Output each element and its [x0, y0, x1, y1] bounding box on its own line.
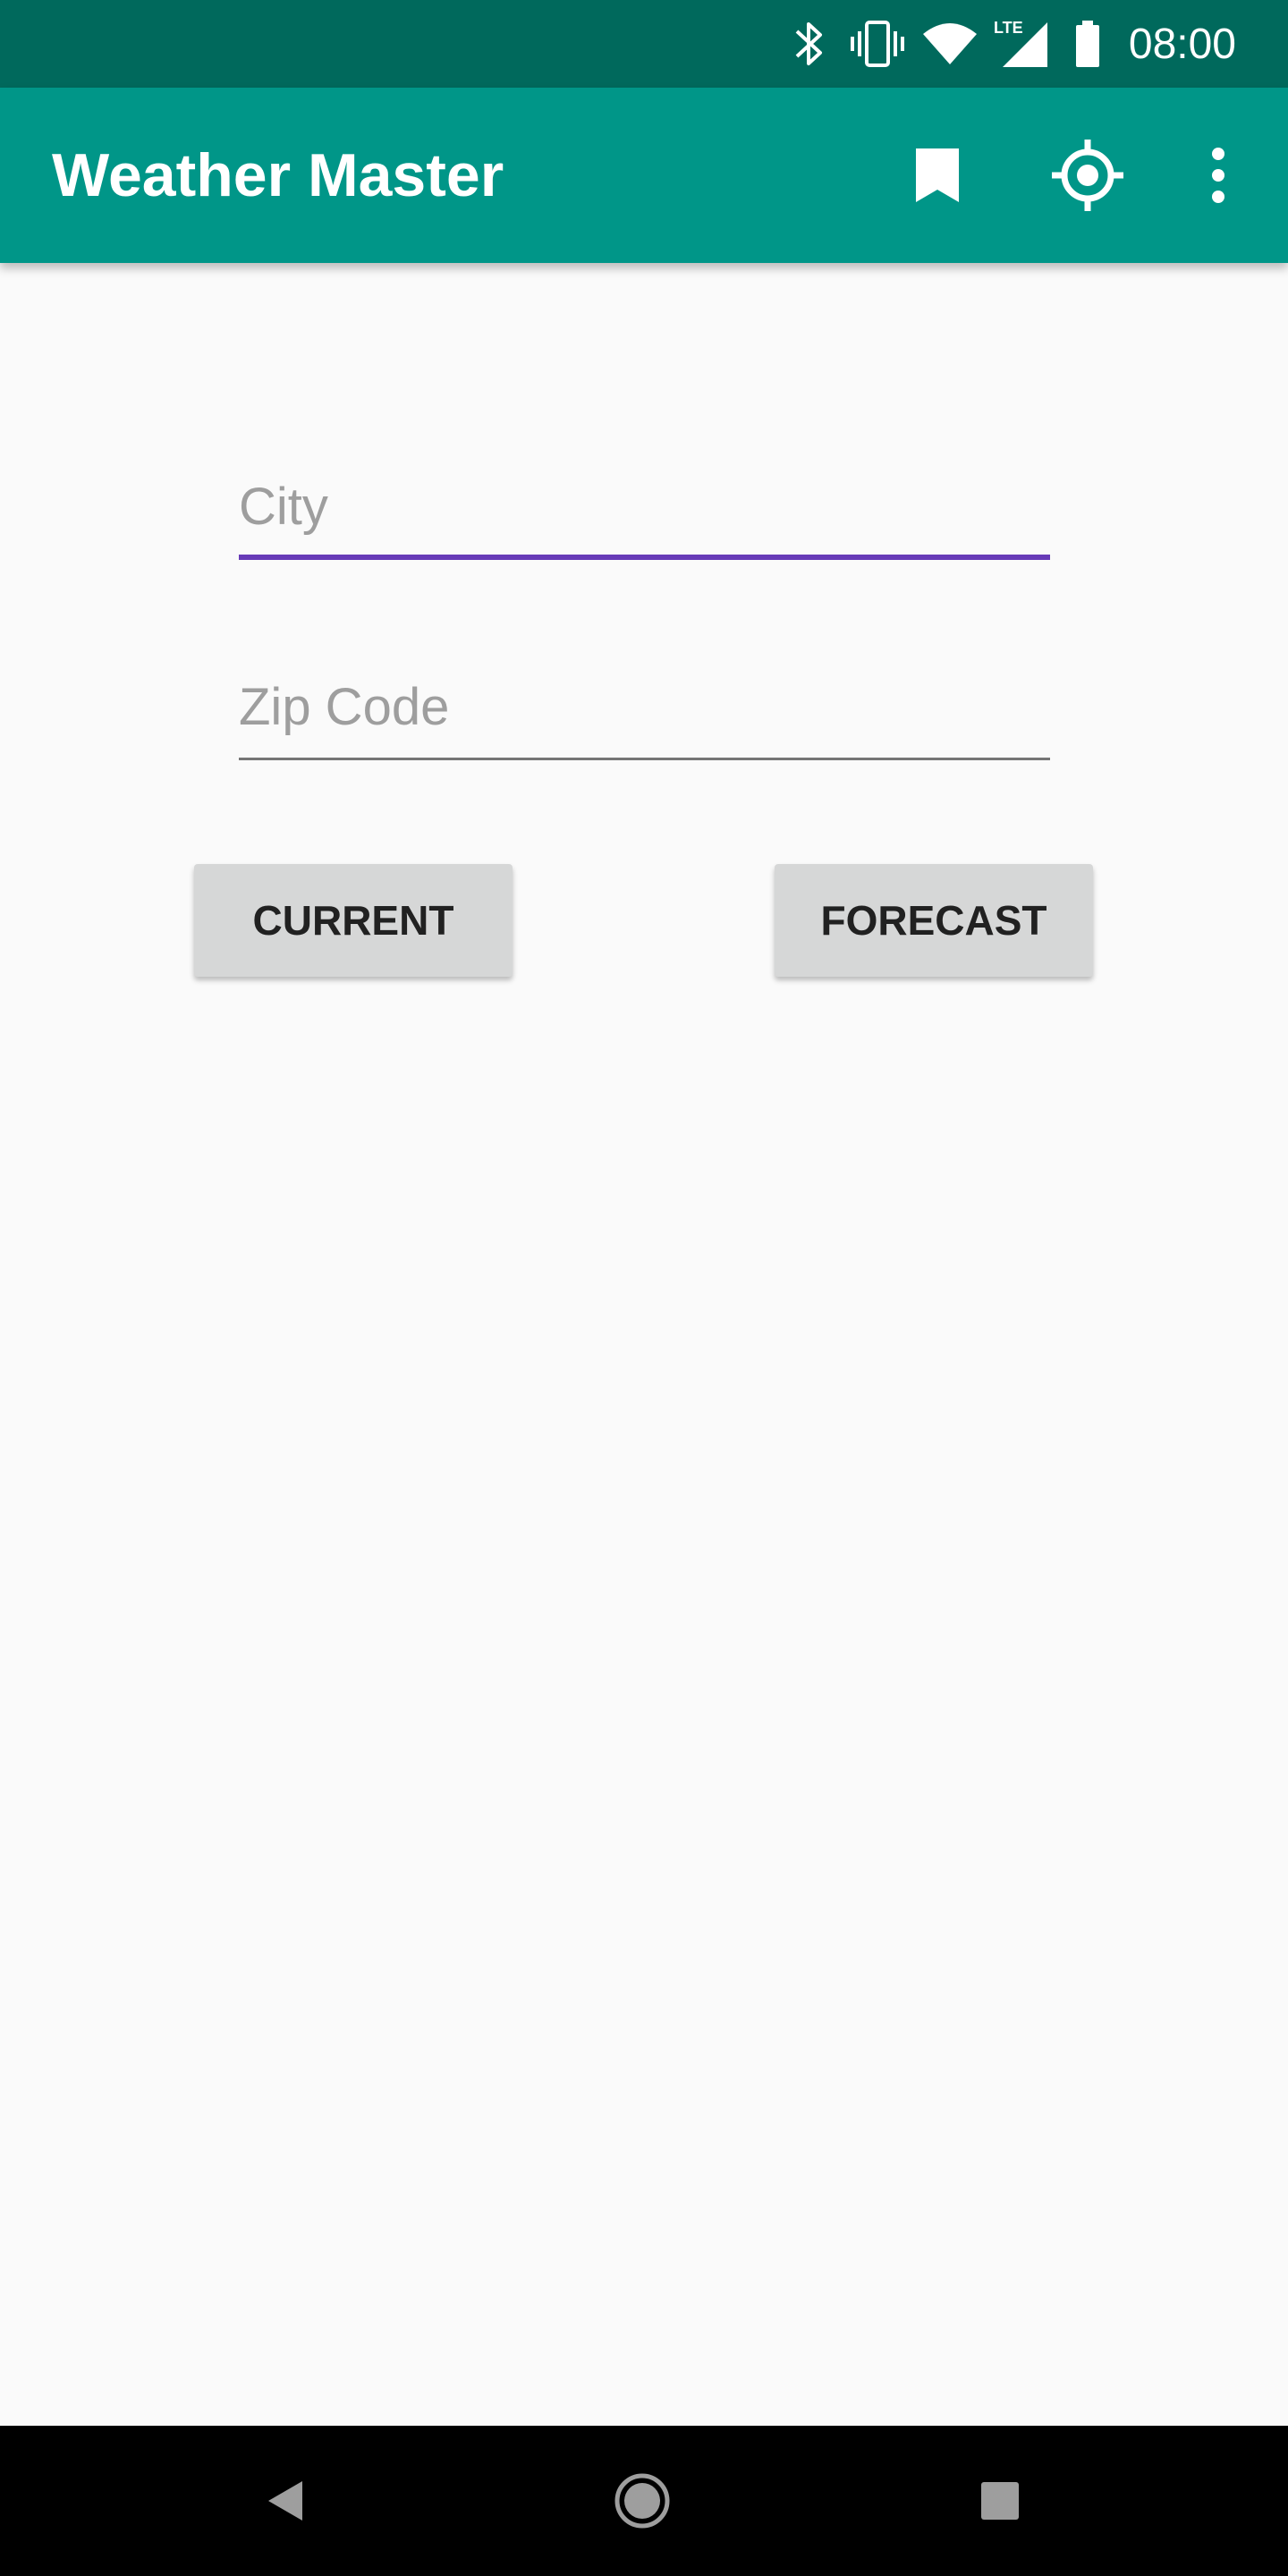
zip-code-field[interactable] [239, 662, 1050, 760]
city-input[interactable] [239, 462, 1050, 551]
status-time: 08:00 [1128, 20, 1236, 68]
back-icon[interactable] [233, 2447, 340, 2555]
lte-signal-icon: LTE [991, 0, 1050, 88]
forecast-button[interactable]: FORECAST [775, 864, 1093, 977]
app-bar: Weather Master [0, 88, 1288, 263]
zip-code-underline [239, 758, 1050, 760]
navigation-bar [0, 2426, 1288, 2576]
city-field[interactable] [239, 462, 1050, 560]
zip-code-input[interactable] [239, 662, 1050, 751]
my-location-icon[interactable] [1034, 122, 1141, 229]
bookmark-icon[interactable] [884, 122, 991, 229]
app-title: Weather Master [52, 141, 504, 209]
current-button[interactable]: CURRENT [194, 864, 513, 977]
overflow-menu-icon[interactable] [1165, 122, 1272, 229]
wifi-icon [921, 0, 979, 88]
bluetooth-icon [787, 0, 832, 88]
city-underline [239, 555, 1050, 560]
svg-text:LTE: LTE [994, 19, 1023, 37]
vibrate-icon [846, 0, 909, 88]
status-bar: LTE 08:00 [0, 0, 1288, 88]
recents-icon[interactable] [946, 2447, 1054, 2555]
battery-icon [1070, 0, 1106, 88]
home-icon[interactable] [589, 2447, 696, 2555]
